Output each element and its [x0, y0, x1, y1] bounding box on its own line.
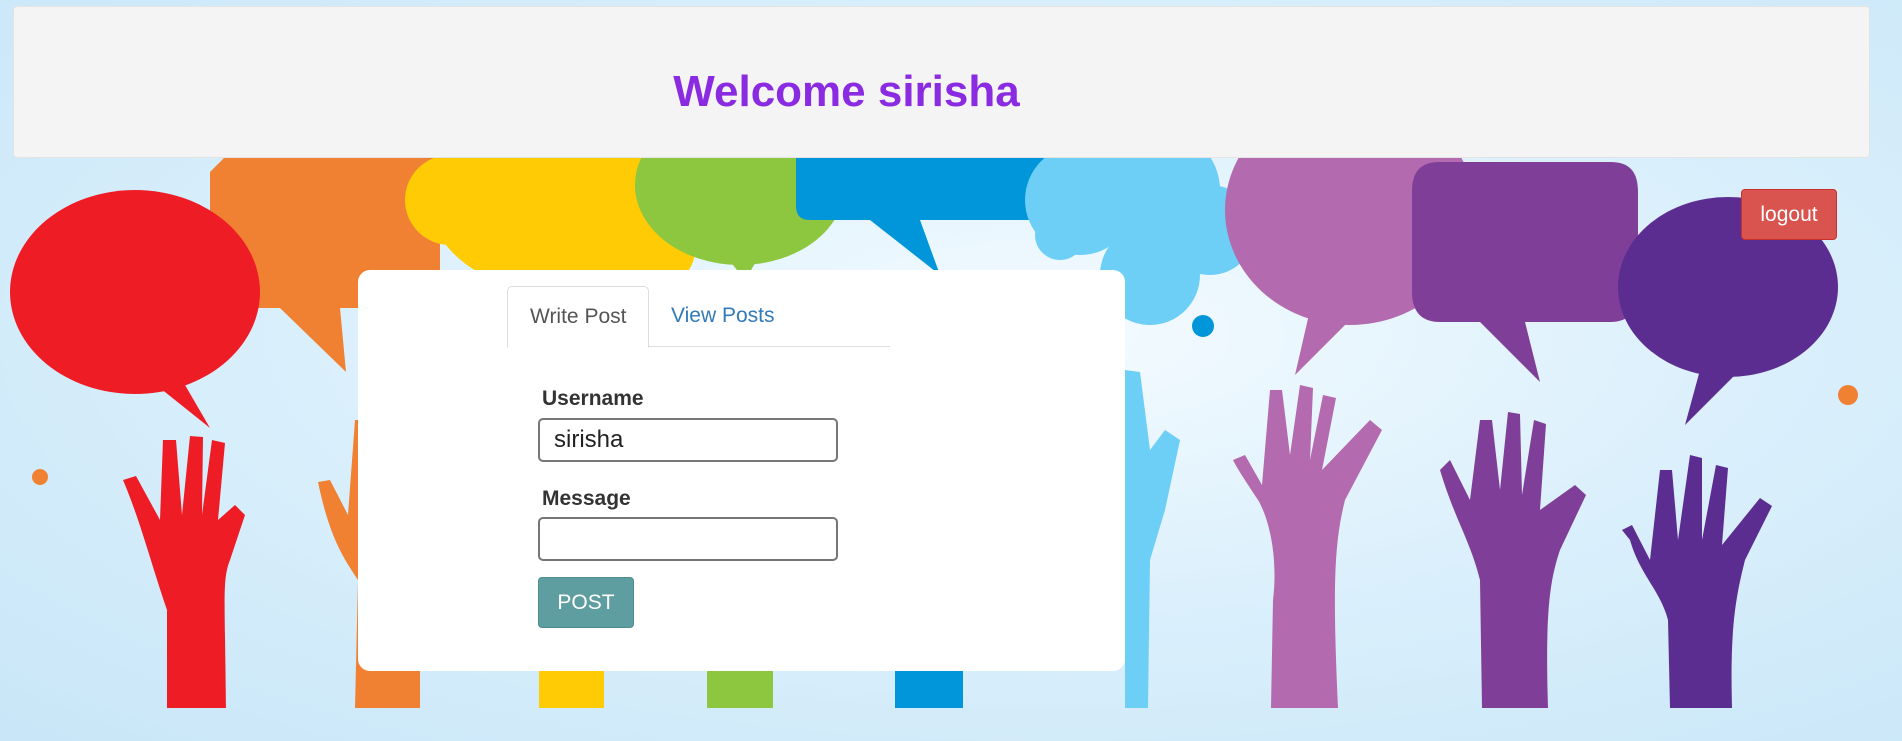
post-button[interactable]: POST: [538, 577, 634, 628]
message-field[interactable]: [538, 517, 838, 561]
username-label: Username: [542, 387, 644, 410]
violet-hand: [1440, 412, 1586, 708]
red-bubble: [10, 190, 260, 394]
page-title: Welcome sirisha: [673, 67, 1020, 116]
blue-bubble: [796, 157, 1052, 275]
tab-view-posts[interactable]: View Posts: [649, 286, 797, 347]
purple-hand: [1622, 455, 1772, 708]
purple-bubble-tail: [1685, 365, 1745, 425]
orange-dot-left: [32, 469, 48, 485]
welcome-header: Welcome sirisha: [13, 6, 1870, 158]
message-label: Message: [542, 487, 631, 510]
orange-dot-right: [1838, 385, 1858, 405]
red-hand: [123, 436, 245, 708]
logout-button[interactable]: logout: [1741, 189, 1837, 240]
lightblue-hand: [1125, 370, 1180, 708]
username-field[interactable]: [538, 418, 838, 462]
violet-bubble: [1412, 162, 1638, 382]
pink-hand: [1233, 385, 1382, 708]
pink-bubble-tail: [1295, 310, 1350, 375]
lightblue-bubble-puff-4: [1035, 210, 1085, 260]
post-card: Write Post View Posts Username Message P…: [358, 270, 1125, 671]
tab-bar: Write Post View Posts: [507, 286, 890, 348]
blue-dot: [1192, 315, 1214, 337]
tab-write-post[interactable]: Write Post: [507, 286, 650, 348]
yellow-bubble-lobe: [405, 155, 495, 245]
